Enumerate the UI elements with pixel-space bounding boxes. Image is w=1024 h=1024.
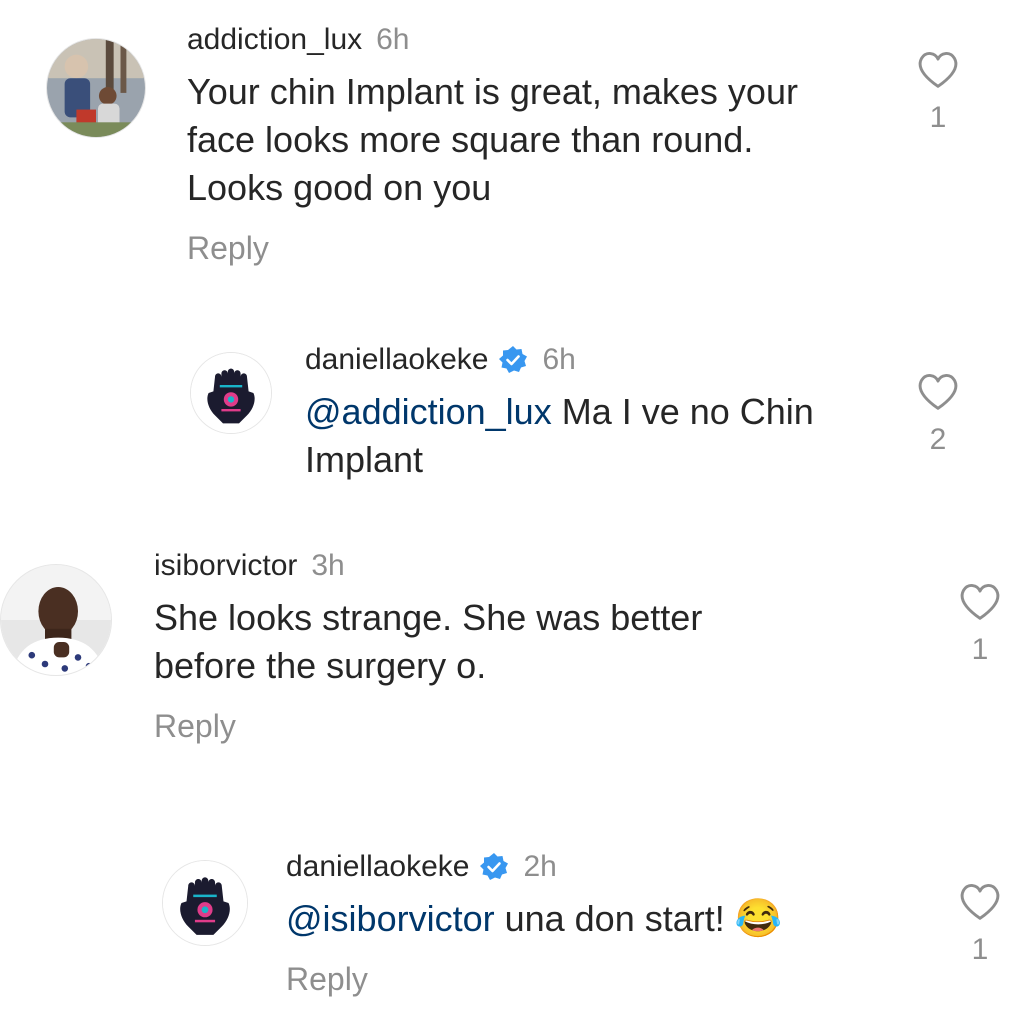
username[interactable]: daniellaokeke	[286, 847, 469, 887]
laughing-emoji-icon: 😂	[734, 898, 783, 940]
comment-text: Your chin Implant is great, makes your f…	[187, 71, 798, 208]
like-button[interactable]: 2	[908, 372, 968, 458]
verified-badge-icon	[498, 345, 528, 375]
heart-outline-icon	[960, 884, 1000, 920]
mention-link[interactable]: @addiction_lux	[305, 391, 552, 432]
like-count: 1	[929, 101, 947, 134]
mention-link[interactable]: @isiborvictor	[286, 898, 495, 939]
reply-button[interactable]: Reply	[286, 959, 926, 999]
timestamp: 6h	[376, 23, 410, 56]
like-count: 1	[971, 633, 989, 666]
timestamp: 6h	[542, 343, 576, 376]
hamsa-hand-icon	[191, 353, 271, 433]
like-button[interactable]: 1	[950, 882, 1010, 968]
comment-text: @addiction_lux Ma I ve no Chin Implant	[305, 391, 814, 480]
reply-button[interactable]: Reply	[154, 706, 894, 746]
hamsa-hand-icon	[163, 861, 247, 945]
avatar[interactable]	[0, 564, 112, 676]
like-button[interactable]: 1	[908, 50, 968, 136]
heart-outline-icon	[918, 52, 958, 88]
timestamp: 3h	[311, 549, 345, 582]
verified-badge-icon	[479, 852, 509, 882]
comment-text: @isiborvictor una don start! 😂	[286, 898, 783, 940]
username[interactable]: isiborvictor	[154, 546, 297, 586]
like-button[interactable]: 1	[950, 582, 1010, 668]
comment-text: She looks strange. She was better before…	[154, 597, 703, 686]
avatar[interactable]	[190, 352, 272, 434]
avatar[interactable]	[46, 38, 146, 138]
timestamp: 2h	[523, 850, 557, 883]
username[interactable]: daniellaokeke	[305, 340, 488, 380]
like-count: 2	[929, 423, 947, 456]
heart-outline-icon	[960, 584, 1000, 620]
reply-button[interactable]: Reply	[187, 228, 907, 268]
heart-outline-icon	[918, 374, 958, 410]
avatar[interactable]	[162, 860, 248, 946]
username[interactable]: addiction_lux	[187, 20, 362, 60]
like-count: 1	[971, 933, 989, 966]
